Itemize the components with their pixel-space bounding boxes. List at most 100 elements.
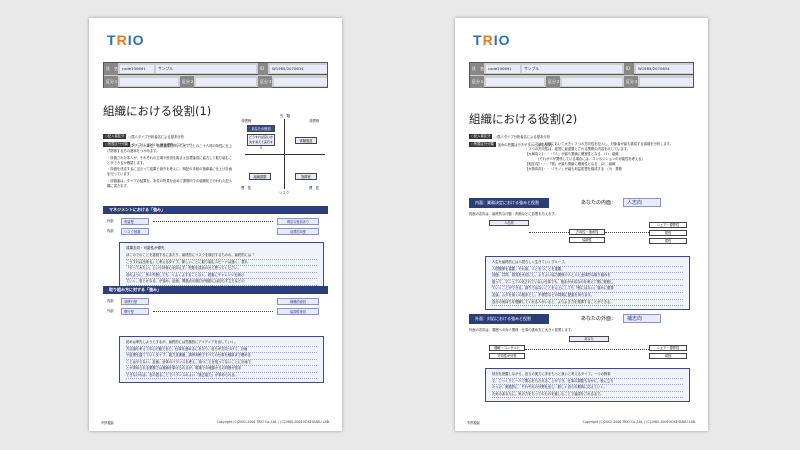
section-caption: 内面の志向は、最終的な行動・判断などに影響を与えます。 — [469, 212, 558, 216]
report-page-1: TRIO 氏 名 code100691 サンプル ID W1985/207063… — [89, 18, 342, 431]
flow-box: シェア・優秀性 — [649, 345, 687, 351]
bullet-text: ・ここでは、プロジェクト単位、目標達成において大てことのこ十人材の特性に仕上げ関… — [107, 144, 233, 153]
flow-box: 成長 — [649, 230, 687, 236]
bullet-text: ・評価者は、タイプの結果を、本件の所見を含めて業務内での組織化で行われた記入欄に… — [107, 178, 233, 188]
info-row: 氏 名 code100691 サンプル ID W1985/2070634 — [470, 63, 693, 75]
type-value: リスク回避 — [121, 228, 149, 235]
id-label: ID — [258, 63, 268, 75]
strength-box: 状況を把握しながら、自らの実力に手をもっと良いと考えるタイプ。一つの物事 で、じ… — [485, 368, 690, 403]
flow-box: あなた — [569, 336, 609, 342]
type-row: 外部 有望型 得意な役割あり — [107, 218, 327, 225]
bullet-text: 【大物向向】・・・「モノ」が最も利益影響を構成する (3) 業務 — [525, 167, 622, 171]
id-value: code100691 — [120, 65, 154, 73]
flow-box: 方向性・指導性 — [569, 229, 605, 235]
trio-logo: TRIO — [473, 32, 511, 48]
strength-line: 友達、ムダを省くの相手とし、不得意などの同期に配慮を持ちます。 — [492, 293, 683, 300]
name-value: サンプル — [156, 65, 256, 73]
type-value: 慣行型 — [121, 308, 149, 315]
strength-heading: 成果志向・可能性が優先 — [126, 246, 165, 250]
strength-line: 評価、共同、感覚を大切にし、よりよい協力関係や人と人と全体的な取り組みを — [492, 273, 683, 280]
section1-value — [486, 78, 544, 86]
flow-diagram: あなた 機敏・コンサルト 方向性が分析 シェア・優秀性 成長 — [485, 336, 690, 366]
page-footer: 不許複製 Copyright (C)2002-2006 TRIO Co.,Ltd… — [467, 420, 696, 425]
section3-label: 区分３ — [624, 76, 638, 88]
dotted-connector — [153, 221, 273, 222]
id-label: ID — [624, 63, 634, 75]
section2-value — [196, 78, 256, 86]
flow-box: 成長 — [649, 238, 687, 244]
name-label: 氏 名 — [470, 63, 484, 75]
inner-value: 人志向 — [623, 198, 661, 207]
section-band: 取り組み方に対する「強み」 — [103, 286, 328, 294]
bullet-text: ・評価を決定するに当たって結果と働きを考えに、明記の手段の指導者に仕上げ計画を行… — [107, 167, 233, 176]
outer-key: あなたの外面： — [581, 316, 617, 322]
outer-value: 補志向 — [623, 314, 661, 323]
page-title: 組織における役割(2) — [469, 112, 578, 126]
section-band-label: マネジメントにおける「強み」 — [109, 207, 165, 212]
section1-label: 区分１ — [470, 76, 484, 88]
type-row: 内部 リスク回避 目標志向型 — [107, 228, 327, 235]
section-band: マネジメントにおける「強み」 — [103, 206, 328, 214]
footer-copyright: Copyright (C)2002-2006 TRIO Co.,Ltd. / (… — [582, 420, 696, 424]
strength-box: 成果志向・可能性が優先 ほこのでのことを重視するにあたり、最終的にリスクを検討す… — [119, 242, 324, 290]
strength-line: 人生を最終的には人間らしく生きていくグループ。 — [492, 260, 683, 267]
info-row: 氏 名 code100691 サンプル ID W1985/2070634 — [104, 63, 327, 75]
strength-line: たっけ、実践的に、それぞれの分野を出し、新しく自らの期待に応えていく。 — [492, 385, 683, 392]
flow-box: 協調性 — [569, 237, 605, 243]
meta-tag: ○所属区分分類 — [469, 142, 496, 147]
footer-left: 不許複製 — [101, 421, 114, 425]
section2-label: 区分２ — [546, 76, 560, 88]
axis-bottom-label: リスク — [279, 191, 290, 195]
strength-box: 初めは率先しようとするが、最終的には究極的にアイディアを出していく。 方法論を考… — [119, 336, 324, 383]
quad-label: 非慣例 — [309, 119, 320, 123]
strength-line: できなければ、志の語ることでバランスのよい「適正能力」が求められる。 — [126, 373, 317, 379]
type-key: 内部 — [107, 299, 114, 303]
strength-line: 人間関係を重要。それ故、人とをつことを重要。 — [492, 267, 683, 274]
strength-line: ていく、前とかなる、が強み。反面、問題点の検討が細部には回らず立ちなどの — [126, 279, 317, 286]
flow-box: シェア・優秀性 — [649, 222, 687, 228]
info-row: 区分１ 区分２ 区分３ — [470, 76, 693, 88]
flow-box: 機敏・コンサルト — [489, 345, 525, 351]
type-right: 得意な役割あり — [277, 218, 319, 225]
flow-line — [529, 232, 569, 233]
axis-top-label: 先 駆 — [280, 114, 291, 118]
info-box: 氏 名 code100691 サンプル ID W1985/2070634 区分１… — [103, 62, 328, 88]
flow-box: 成長 — [649, 353, 687, 359]
quad-box: 体験推進 — [295, 137, 317, 144]
type-right: 協調性役割 — [277, 308, 319, 315]
report-page-2: TRIO 氏 名 code100691 サンプル ID W1985/207063… — [455, 18, 708, 431]
section3-value — [274, 78, 327, 86]
info-box: 氏 名 code100691 サンプル ID W1985/2070634 区分１… — [469, 62, 694, 88]
role-quadrant: 先 駆 リスク 非慣例 非慣例 慣 性 慣 性 あなたの役割 どうすれば良いか先… — [239, 113, 329, 195]
name-value: サンプル — [522, 65, 622, 73]
role-title-box: あなたの役割 — [247, 125, 275, 132]
quad-label: 慣 性 — [241, 186, 252, 190]
section-band: 内面：業務決定における強みと役割 あなたの内面： 人志向 — [469, 198, 694, 208]
section-band-label: 外面：対応における強みと役割 — [469, 314, 549, 324]
section3-value — [640, 78, 693, 86]
quad-box: 組織調整 — [249, 173, 271, 180]
flow-line — [605, 232, 649, 233]
id-code: W1985/2070634 — [636, 65, 693, 73]
role-text-box: どうすれば良いか先を考えて実行する — [247, 134, 275, 149]
info-row: 区分１ 区分２ 区分３ — [104, 76, 327, 88]
horizontal-axis — [245, 154, 325, 155]
type-right: 目標志向型 — [277, 228, 319, 235]
section3-label: 区分３ — [258, 76, 272, 88]
flow-diagram: 人志向 方向性・指導性 協調性 シェア・優秀性 成長 成長 — [485, 220, 690, 250]
inner-key: あなたの内面： — [581, 200, 617, 206]
section2-label: 区分２ — [180, 76, 194, 88]
section-band-label: 取り組み方に対する「強み」 — [109, 287, 161, 292]
section-band: 外面：対応における強みと役割 あなたの外面： 補志向 — [469, 314, 694, 324]
flow-line — [525, 349, 649, 350]
quad-box: 指揮官 — [295, 173, 317, 180]
type-key: 外部 — [107, 219, 114, 223]
trio-logo: TRIO — [107, 32, 145, 48]
id-code: W1985/2070634 — [270, 65, 327, 73]
footer-copyright: Copyright (C)2002-2006 TRIO Co.,Ltd. / (… — [216, 420, 330, 424]
flow-box: 方向性が分析 — [489, 353, 525, 359]
id-value: code100691 — [486, 65, 520, 73]
strength-line: ていくことができる。誤りではないことを以上にしても「他にはない」強みに優秀 — [492, 286, 683, 293]
strength-line: で、じっくりと一人で関心をもたれることができ、仕事の調整もなかに、役に立ち — [492, 379, 683, 386]
strength-line: 自分の気持ちを理解してくれる人がいると、よりよき力を発揮することができる。 — [492, 300, 683, 307]
